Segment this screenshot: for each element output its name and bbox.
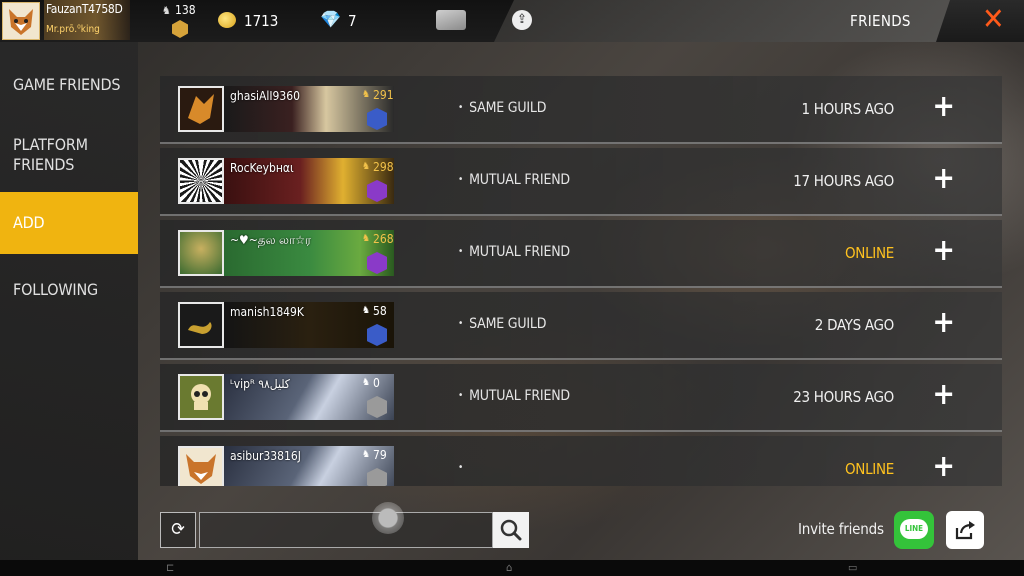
search-icon (500, 519, 522, 541)
list-item: ghasiAlI9360 ♞ 291 SAME GUILD 1 HOURS AG… (160, 76, 1002, 144)
player-avatar[interactable] (2, 2, 40, 40)
add-friend-button[interactable]: + (932, 234, 955, 268)
list-item: manish1849K ♞ 58 SAME GUILD 2 DAYS AGO + (160, 292, 1002, 360)
friend-name: RocKeybнαι (230, 161, 294, 175)
friend-level: 58 (373, 304, 387, 318)
top-bar: FauzanT4758D Mr.prō.⁰king ♞ 138 1713 💎 7… (0, 0, 1024, 42)
add-friend-button[interactable]: + (932, 450, 955, 484)
relation-label: MUTUAL FRIEND (458, 388, 570, 404)
gold-amount: 1713 (244, 12, 279, 30)
avatar[interactable] (178, 158, 224, 204)
membership-card-icon[interactable] (436, 10, 466, 30)
level-icon: ♞ (362, 449, 371, 460)
friend-name: ghasiAlI9360 (230, 89, 300, 103)
avatar[interactable] (178, 446, 224, 486)
tab-game-friends[interactable]: GAME FRIENDS (0, 75, 138, 94)
last-seen: 2 DAYS AGO (814, 316, 895, 334)
diamond-amount: 7 (348, 12, 357, 30)
touch-indicator (372, 502, 404, 534)
last-seen: ONLINE (844, 460, 894, 478)
line-invite-button[interactable]: LINE (894, 511, 934, 549)
sidebar: GAME FRIENDS PLATFORM FRIENDS ADD FOLLOW… (0, 42, 138, 560)
list-item: RocKeybнαι ♞ 298 MUTUAL FRIEND 17 HOURS … (160, 148, 1002, 216)
friend-level: 291 (373, 88, 394, 102)
friend-name: asibur33816J (230, 449, 301, 463)
friend-level: 0 (373, 376, 380, 390)
avatar[interactable] (178, 230, 224, 276)
level-icon: ♞ (362, 233, 371, 244)
relation-label: MUTUAL FRIEND (458, 244, 570, 260)
level-icon: ♞ (362, 377, 371, 388)
level-icon: ♞ (362, 305, 371, 316)
last-seen: ONLINE (844, 244, 894, 262)
player-tag: Mr.prō.⁰king (46, 24, 100, 35)
add-friend-button[interactable]: + (932, 306, 955, 340)
invite-friends-label: Invite friends (798, 520, 884, 538)
avatar[interactable] (178, 374, 224, 420)
avatar[interactable] (178, 86, 224, 132)
list-item: asibur33816J ♞ 79 ONLINE + (160, 436, 1002, 486)
friend-name: ~♥~தல லா☆ர (230, 233, 312, 247)
gold-coin-icon (218, 12, 236, 28)
last-seen: 17 HOURS AGO (793, 172, 894, 190)
system-nav-bar: ⊏ ⌂ ▭ (0, 560, 1024, 576)
close-icon: ✕ (982, 2, 1005, 37)
upload-icon[interactable]: ⇪ (512, 10, 532, 30)
level-icon: ♞ (162, 4, 171, 17)
add-friend-button[interactable]: + (932, 378, 955, 412)
search-button[interactable] (493, 512, 529, 548)
relation-label: SAME GUILD (458, 100, 546, 116)
level-icon: ♞ (362, 89, 371, 100)
back-icon[interactable]: ⊏ (166, 561, 174, 574)
line-icon: LINE (900, 519, 928, 539)
relation-label (458, 460, 469, 476)
list-item: ᴸvipᴿ كليل٩٨ ♞ 0 MUTUAL FRIEND 23 HOURS … (160, 364, 1002, 432)
home-icon[interactable]: ⌂ (506, 561, 512, 574)
page-title: FRIENDS (850, 12, 911, 30)
share-icon (955, 521, 975, 540)
diamond-icon[interactable]: 💎 (320, 10, 341, 30)
relation-label: MUTUAL FRIEND (458, 172, 570, 188)
share-button[interactable] (946, 511, 984, 549)
recents-icon[interactable]: ▭ (848, 561, 857, 574)
friend-level: 79 (373, 448, 387, 462)
list-item: ~♥~தல லா☆ர ♞ 268 MUTUAL FRIEND ONLINE + (160, 220, 1002, 288)
refresh-icon: ⟳ (171, 519, 185, 540)
rank-badge-icon (172, 20, 188, 38)
search-input[interactable] (199, 512, 493, 548)
tab-following[interactable]: FOLLOWING (0, 280, 138, 299)
close-button[interactable]: ✕ (936, 0, 1024, 42)
tab-platform-friends[interactable]: PLATFORM FRIENDS (0, 135, 138, 175)
friend-suggestion-list[interactable]: ghasiAlI9360 ♞ 291 SAME GUILD 1 HOURS AG… (160, 76, 1002, 486)
level-icon: ♞ (362, 161, 371, 172)
player-level: 138 (175, 3, 196, 17)
friend-level: 298 (373, 160, 394, 174)
friend-name: manish1849K (230, 305, 304, 319)
friend-name: ᴸvipᴿ كليل٩٨ (230, 377, 290, 391)
add-friend-button[interactable]: + (932, 162, 955, 196)
last-seen: 1 HOURS AGO (801, 100, 895, 118)
friend-level: 268 (373, 232, 394, 246)
add-friend-button[interactable]: + (932, 90, 955, 124)
last-seen: 23 HOURS AGO (793, 388, 894, 406)
tab-add[interactable]: ADD (0, 192, 138, 254)
avatar[interactable] (178, 302, 224, 348)
player-name: FauzanT4758D (46, 2, 123, 16)
refresh-button[interactable]: ⟳ (160, 512, 196, 548)
relation-label: SAME GUILD (458, 316, 546, 332)
